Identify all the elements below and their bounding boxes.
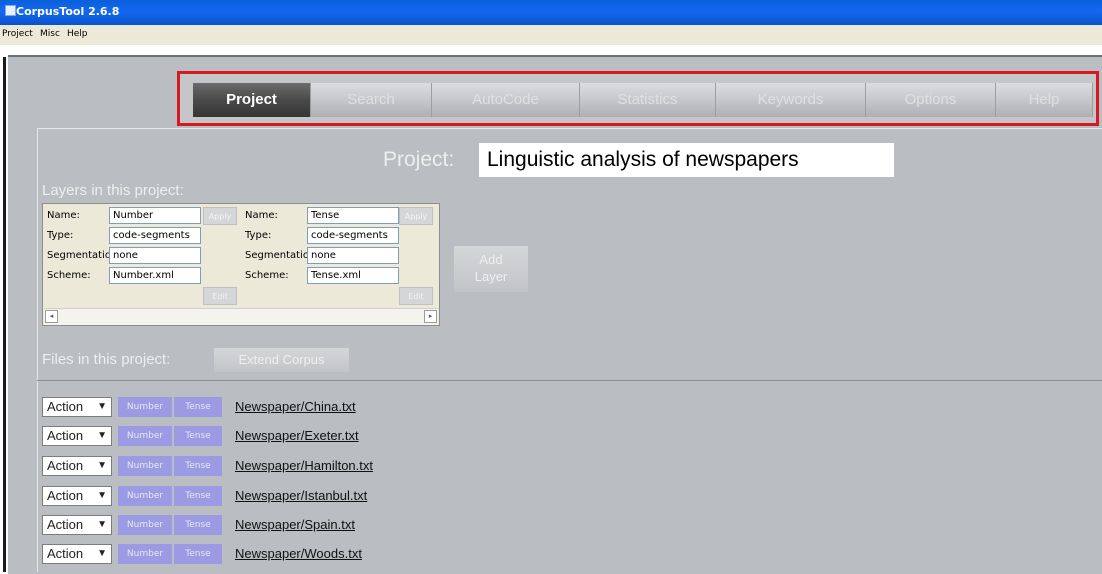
- add-layer-button[interactable]: Add Layer: [454, 246, 528, 292]
- action-label: Action: [47, 428, 84, 443]
- layers-scrollbar[interactable]: ◂ ▸: [44, 308, 438, 325]
- project-name-field[interactable]: Linguistic analysis of newspapers: [479, 143, 894, 177]
- caret-down-icon: ▼: [97, 519, 107, 530]
- caret-down-icon: ▼: [97, 401, 107, 412]
- action-dropdown[interactable]: Action ▼: [42, 544, 112, 564]
- action-label: Action: [47, 399, 84, 414]
- layer-tag-tense[interactable]: Tense: [174, 456, 222, 476]
- menu-bar: Project Misc Help: [0, 25, 1102, 45]
- file-link[interactable]: Newspaper/Woods.txt: [235, 546, 362, 561]
- scroll-right-icon[interactable]: ▸: [424, 310, 437, 323]
- apply-layer-button[interactable]: Apply: [203, 207, 237, 225]
- file-link[interactable]: Newspaper/Spain.txt: [235, 517, 355, 532]
- layer-scheme-label: Scheme:: [47, 270, 91, 281]
- layer-tag-tense[interactable]: Tense: [174, 426, 222, 446]
- layer-tag-number[interactable]: Number: [118, 486, 172, 506]
- files-section-label: Files in this project:: [42, 351, 171, 368]
- layer-scheme-field[interactable]: Tense.xml: [307, 267, 399, 284]
- tab-autocode[interactable]: AutoCode: [432, 83, 580, 117]
- layer-scheme-field[interactable]: Number.xml: [109, 267, 201, 284]
- action-dropdown[interactable]: Action ▼: [42, 486, 112, 506]
- apply-layer-button[interactable]: Apply: [399, 207, 433, 225]
- file-link[interactable]: Newspaper/Istanbul.txt: [235, 488, 367, 503]
- tab-keywords[interactable]: Keywords: [716, 83, 866, 117]
- layer-scheme-label: Scheme:: [245, 270, 289, 281]
- layer-tag-number[interactable]: Number: [118, 515, 172, 535]
- action-dropdown[interactable]: Action ▼: [42, 515, 112, 535]
- caret-down-icon: ▼: [97, 430, 107, 441]
- layer-tag-tense[interactable]: Tense: [174, 397, 222, 417]
- layer-card-tense: Name: Tense Type: code-segments Segmenta…: [243, 206, 441, 307]
- caret-down-icon: ▼: [97, 548, 107, 559]
- section-divider: [37, 380, 1102, 381]
- layer-segmentation-field[interactable]: none: [307, 247, 399, 264]
- menu-project[interactable]: Project: [2, 29, 33, 39]
- layer-type-label: Type:: [47, 230, 74, 241]
- layer-tag-number[interactable]: Number: [118, 426, 172, 446]
- action-label: Action: [47, 517, 84, 532]
- caret-down-icon: ▼: [97, 490, 107, 501]
- layer-tag-tense[interactable]: Tense: [174, 544, 222, 564]
- layer-type-field[interactable]: code-segments: [109, 227, 201, 244]
- layer-tag-number[interactable]: Number: [118, 397, 172, 417]
- tab-statistics[interactable]: Statistics: [580, 83, 716, 117]
- add-layer-label: Add Layer: [474, 252, 508, 284]
- layer-tag-tense[interactable]: Tense: [174, 515, 222, 535]
- corpustool-icon: [5, 5, 16, 16]
- extend-corpus-button[interactable]: Extend Corpus: [214, 348, 349, 372]
- menu-help[interactable]: Help: [67, 29, 88, 39]
- layer-type-label: Type:: [245, 230, 272, 241]
- tab-project[interactable]: Project: [193, 83, 311, 117]
- action-dropdown[interactable]: Action ▼: [42, 397, 112, 417]
- layer-tag-number[interactable]: Number: [118, 544, 172, 564]
- file-link[interactable]: Newspaper/China.txt: [235, 399, 356, 414]
- layer-tag-number[interactable]: Number: [118, 456, 172, 476]
- layer-name-label: Name:: [245, 210, 278, 221]
- edit-scheme-button[interactable]: Edit: [399, 287, 433, 305]
- action-dropdown[interactable]: Action ▼: [42, 456, 112, 476]
- main-tab-bar: Project Search AutoCode Statistics Keywo…: [177, 71, 1099, 126]
- layer-type-field[interactable]: code-segments: [307, 227, 399, 244]
- layers-panel: Name: Number Type: code-segments Segment…: [42, 203, 440, 326]
- scroll-left-icon[interactable]: ◂: [45, 310, 58, 323]
- layer-tag-tense[interactable]: Tense: [174, 486, 222, 506]
- layer-name-label: Name:: [47, 210, 80, 221]
- title-bar: CorpusTool 2.6.8: [0, 0, 1102, 25]
- window-title: CorpusTool 2.6.8: [16, 5, 120, 18]
- action-label: Action: [47, 546, 84, 561]
- layer-segmentation-label: Segmentation:: [47, 250, 121, 261]
- tab-search[interactable]: Search: [311, 83, 432, 117]
- action-label: Action: [47, 488, 84, 503]
- tab-options[interactable]: Options: [866, 83, 996, 117]
- layer-segmentation-field[interactable]: none: [109, 247, 201, 264]
- layers-section-label: Layers in this project:: [42, 182, 184, 199]
- file-link[interactable]: Newspaper/Exeter.txt: [235, 428, 359, 443]
- action-dropdown[interactable]: Action ▼: [42, 426, 112, 446]
- file-link[interactable]: Newspaper/Hamilton.txt: [235, 458, 373, 473]
- edit-scheme-button[interactable]: Edit: [203, 287, 237, 305]
- menu-misc[interactable]: Misc: [40, 29, 60, 39]
- layer-segmentation-label: Segmentation:: [245, 250, 319, 261]
- layer-card-number: Name: Number Type: code-segments Segment…: [45, 206, 243, 307]
- project-label: Project:: [383, 148, 455, 171]
- caret-down-icon: ▼: [97, 460, 107, 471]
- tab-help[interactable]: Help: [996, 83, 1093, 117]
- action-label: Action: [47, 458, 84, 473]
- layer-name-field[interactable]: Tense: [307, 207, 399, 224]
- layer-name-field[interactable]: Number: [109, 207, 201, 224]
